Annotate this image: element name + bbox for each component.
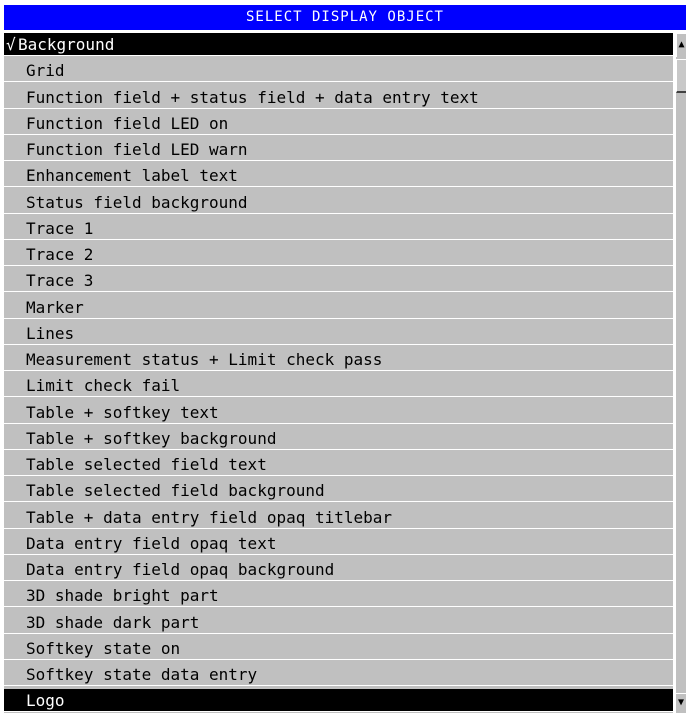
display-object-item[interactable]: Marker [4, 296, 673, 319]
display-object-item[interactable]: Function field LED warn [4, 138, 673, 161]
display-object-item[interactable]: Trace 1 [4, 217, 673, 240]
display-object-item[interactable]: Softkey state on [4, 637, 673, 660]
select-display-object-dialog: SELECT DISPLAY OBJECT √ Background Grid Fun… [0, 0, 686, 713]
display-object-label: 3D shade bright part [26, 586, 219, 605]
display-object-label: Table selected field background [26, 481, 325, 500]
display-object-label: Softkey state data entry [26, 665, 258, 684]
display-object-label: 3D shade dark part [26, 613, 200, 632]
display-object-item[interactable]: Function field + status field + data ent… [4, 86, 673, 109]
display-object-label: Table selected field text [26, 455, 267, 474]
display-object-list[interactable]: √ Background Grid Function field + status f… [4, 33, 673, 713]
display-object-label: Function field + status field + data ent… [26, 88, 479, 107]
display-object-label: Table + softkey text [26, 403, 219, 422]
display-object-item[interactable]: Table selected field text [4, 453, 673, 476]
display-object-item[interactable]: Status field background [4, 191, 673, 214]
display-object-label: Status field background [26, 193, 248, 212]
display-object-item[interactable]: √ Background [4, 33, 673, 56]
display-object-item[interactable]: Softkey state data entry [4, 663, 673, 686]
display-object-item[interactable]: 3D shade dark part [4, 611, 673, 634]
display-object-label: Enhancement label text [26, 166, 238, 185]
display-object-label: Background [18, 35, 115, 54]
display-object-label: Lines [26, 324, 75, 343]
scroll-down-arrow-icon[interactable]: ▼ [676, 693, 686, 713]
display-object-label: Softkey state on [26, 639, 181, 658]
display-object-label: Logo [26, 691, 65, 710]
display-object-item[interactable]: Data entry field opaq background [4, 558, 673, 581]
display-object-label: Function field LED warn [26, 140, 248, 159]
display-object-label: Data entry field opaq text [26, 534, 277, 553]
scrollbar-thumb[interactable] [676, 59, 686, 93]
display-object-item[interactable]: Table + softkey background [4, 427, 673, 450]
display-object-label: Grid [26, 61, 65, 80]
display-object-item[interactable]: Table + data entry field opaq titlebar [4, 506, 673, 529]
display-object-label: Trace 3 [26, 271, 94, 290]
display-object-label: Data entry field opaq background [26, 560, 335, 579]
display-object-item[interactable]: Table selected field background [4, 479, 673, 502]
display-object-item[interactable]: Table + softkey text [4, 401, 673, 424]
display-object-label: Function field LED on [26, 114, 229, 133]
display-object-item[interactable]: Measurement status + Limit check pass [4, 348, 673, 371]
display-object-item[interactable]: Grid [4, 59, 673, 82]
list-scrollbar[interactable]: ▲ ▼ [676, 33, 686, 713]
display-object-label: Table + softkey background [26, 429, 277, 448]
display-object-item[interactable]: Enhancement label text [4, 164, 673, 187]
display-object-label: Measurement status + Limit check pass [26, 350, 383, 369]
display-object-label: Trace 2 [26, 245, 94, 264]
display-object-item[interactable]: Limit check fail [4, 374, 673, 397]
display-object-item[interactable]: Trace 3 [4, 269, 673, 292]
display-object-item[interactable]: Trace 2 [4, 243, 673, 266]
display-object-item[interactable]: Logo [4, 689, 673, 712]
scroll-up-arrow-icon[interactable]: ▲ [676, 33, 686, 57]
checkmark-icon: √ [6, 35, 16, 54]
display-object-item[interactable]: 3D shade bright part [4, 584, 673, 607]
display-object-item[interactable]: Function field LED on [4, 112, 673, 135]
display-object-label: Trace 1 [26, 219, 94, 238]
display-object-label: Table + data entry field opaq titlebar [26, 508, 393, 527]
display-object-label: Marker [26, 298, 84, 317]
dialog-titlebar: SELECT DISPLAY OBJECT [4, 5, 686, 30]
display-object-item[interactable]: Data entry field opaq text [4, 532, 673, 555]
display-object-label: Limit check fail [26, 376, 181, 395]
display-object-item[interactable]: Lines [4, 322, 673, 345]
